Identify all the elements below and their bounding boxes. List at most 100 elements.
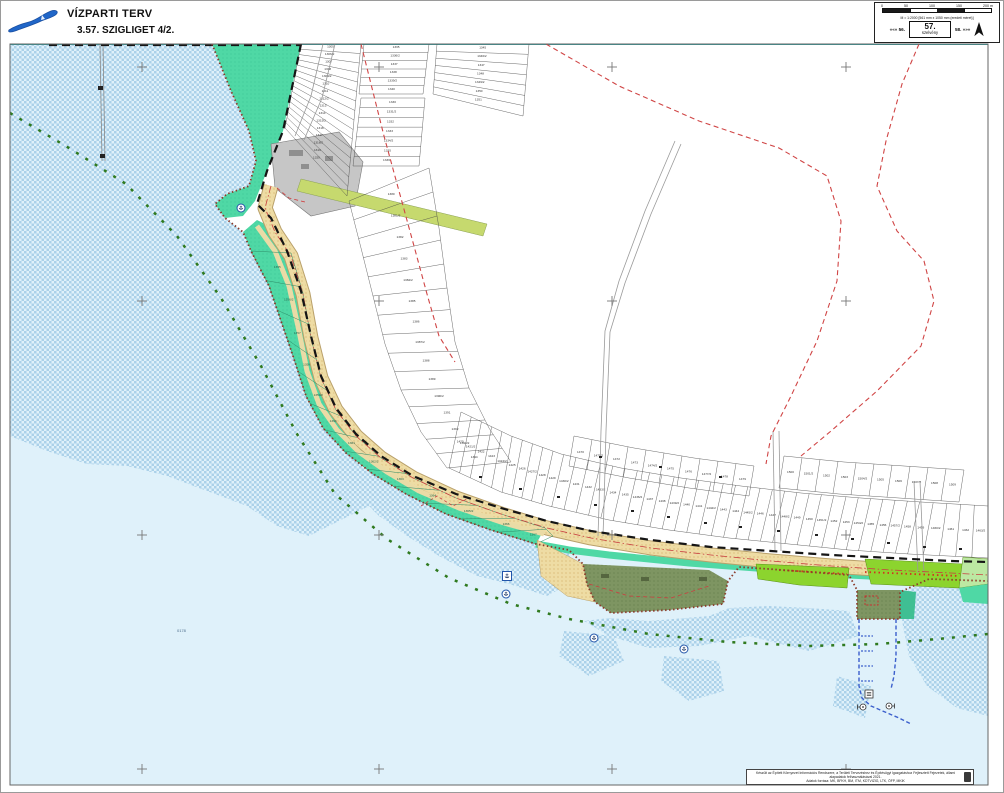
buildings-south [777,530,780,532]
parcel-number: 1390/2 [434,394,444,398]
parcel-number: 1475 [667,467,674,471]
buildings-south [519,488,522,490]
parcel-number: 1470 [577,450,584,454]
parcel-number: 1336/2 [390,54,400,58]
parcel-number: 1473 [631,461,638,465]
buildings-south [557,496,560,498]
parcel-number: 1314 [319,111,326,115]
parcel-number: 1449 [794,516,801,520]
parcel-number: 1503 [841,475,848,479]
parcel-number: 1479 [739,477,746,481]
parcel-number: 1362/2 [369,460,379,464]
buildings-south [594,504,597,506]
water-parcel-number: 0178 [177,628,187,633]
parcel-number: 1339/2 [388,79,398,83]
buildings-south [631,510,634,512]
buildings-south [704,522,707,524]
gray-zone-building-2 [301,164,309,169]
parcel-number: 1452 [830,519,837,523]
parcel-number: 1380 [388,192,395,196]
credits-seal-icon [964,772,971,782]
parcel-number: 1333 [386,129,393,133]
credits-box: Készült az Épített Környezet Információs… [746,769,974,785]
parcel-number: 1320 [313,155,320,159]
map-viewport[interactable]: 13551356/2135713581359/2136013611362/213… [9,36,989,786]
plan-title: VÍZPARTI TERV [67,8,152,20]
parcel-number: 1382 [397,235,404,239]
parcel-number: 1420 [457,439,464,443]
parcel-number: 1500 [787,470,794,474]
parcel-number: 1463/2 [976,529,986,533]
buildings-south [599,456,602,458]
prev-sheet-label: ««« 56. [890,27,905,32]
parcel-number: 1360 [330,419,337,423]
buildings-south [959,548,962,550]
credit-line-2: Adatok forrása: MK, BFKH, BM, ITM, KDTVI… [749,779,962,783]
scale-tick: 0 [881,4,883,8]
parcel-number: 1318/2 [314,141,324,145]
parcel-number: 1319 [314,148,321,152]
scale-tick: 200 m [983,4,993,8]
parcel-number: 1346/2 [477,54,487,58]
parcel-number: 1348 [477,72,484,76]
parcel-number: 1451/2 [817,518,827,522]
parcel-number: 1305 [327,45,334,49]
parcel-number: 1432 [585,485,592,489]
parcel-number: 1436/2 [633,495,643,499]
parcel-number: 1308 [324,67,331,71]
parcel-number: 1441 [695,504,702,508]
parcel-number: 1422 [478,449,485,453]
light-dot [888,705,890,707]
parcel-number: 1426 [519,466,526,470]
parcel-number: 1312/2 [319,96,329,100]
parcel-number: 1431 [573,482,580,486]
parcel-number: 1459 [917,525,924,529]
parcel-number: 1455 [867,522,874,526]
parcel-number: 1478 [721,474,728,478]
buildings-south [887,542,890,544]
olive-zone-harbor-texture [857,590,900,619]
parcel-number: 1447 [769,513,776,517]
parcel-number: 1439/2 [670,501,680,505]
parcel-number: 1457/2 [890,524,900,528]
map-canvas[interactable]: 13551356/2135713581359/2136013611362/213… [9,36,989,786]
parcel-number: 1424/2 [497,459,507,463]
jetty-ticks [100,154,105,158]
parcel-number: 1430/2 [559,479,569,483]
parcel-number: 1340 [388,87,395,91]
north-arrow-icon [974,22,984,37]
parcel-number: 1506 [895,479,902,483]
parcel-number: 1423 [488,454,495,458]
parcel-number: 1332 [387,119,394,123]
parcel-number: 1337 [391,62,398,66]
parcel-number: 1316 [317,126,324,130]
parcel-number: 1331/2 [387,110,397,114]
parcel-number: 1461 [947,527,954,531]
parcel-number: 1386 [413,320,420,324]
scale-bar: 0 50 100 150 200 m [875,3,999,15]
parcel-number: 1444 [732,509,739,513]
buildings-south [739,526,742,528]
parcel-number: 1366 [503,522,510,526]
parcel-number: 1421/2 [466,444,476,448]
parcel-number: 1359/2 [314,393,324,397]
parcel-number: 1388 [423,358,430,362]
parcel-number: 1363 [397,477,404,481]
parcel-number: 1446 [757,512,764,516]
parcel-number: 1335 [384,148,391,152]
parcel-number: 1336 [383,158,390,162]
buildings-south [479,476,482,478]
parcel-number: 1435 [622,493,629,497]
parcel-number: 1474/2 [648,464,658,468]
parcel-number: 1440 [683,503,690,507]
parcel-number: 1330 [389,100,396,104]
buildings-south [659,466,662,468]
gray-zone-building-2 [325,156,333,161]
buildings-south [851,538,854,540]
parcel-number: 1338 [390,70,397,74]
gray-zone-building-1 [289,150,303,156]
parcel-number: 1505 [877,478,884,482]
olive-buildings [641,577,649,581]
parcel-number: 1456 [880,523,887,527]
parcel-number: 1448/2 [780,514,790,518]
